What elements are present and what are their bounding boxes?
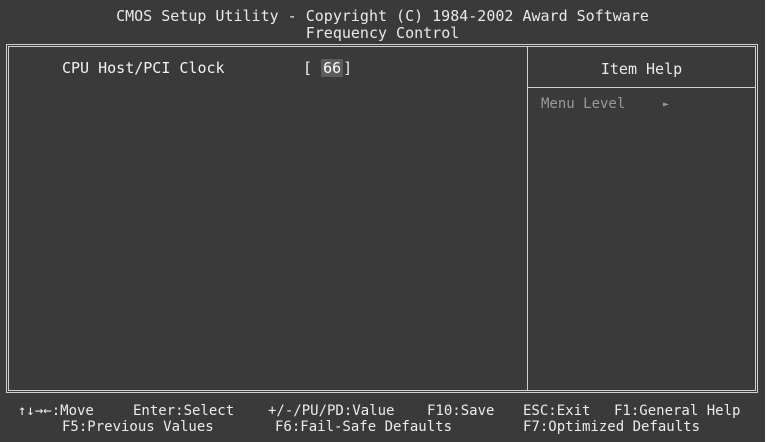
value-bracket-close: ] [343, 59, 353, 77]
hint-failsafe-defaults: F6:Fail-Safe Defaults [275, 419, 453, 435]
app-title: CMOS Setup Utility - Copyright (C) 1984-… [116, 7, 649, 25]
setting-value-cpu-host-pci-clock[interactable]: [ 66] [303, 59, 353, 77]
hint-general-help: F1:General Help [614, 403, 741, 419]
menu-level-label: Menu Level [541, 96, 626, 112]
hint-save: F10:Save [427, 403, 495, 419]
hint-optimized-defaults: F7:Optimized Defaults [523, 419, 701, 435]
item-help-title: Item Help [600, 60, 683, 78]
main-frame [6, 44, 758, 393]
hint-exit: ESC:Exit [523, 403, 591, 419]
bios-screen: CMOS Setup Utility - Copyright (C) 1984-… [0, 0, 765, 442]
hint-select: Enter:Select [133, 403, 235, 419]
help-header-divider [528, 87, 755, 88]
setting-label-cpu-host-pci-clock[interactable]: CPU Host/PCI Clock [62, 60, 225, 77]
hint-previous-values: F5:Previous Values [62, 419, 214, 435]
page-title: Frequency Control [305, 24, 460, 42]
menu-level-arrow-icon: ► [663, 99, 670, 110]
panel-divider [527, 47, 528, 390]
hint-move: ↑↓→←:Move [18, 403, 94, 419]
hint-value: +/-/PU/PD:Value [268, 403, 395, 419]
value-bracket-open: [ [303, 59, 322, 77]
value-selected-field[interactable]: 66 [321, 59, 344, 77]
